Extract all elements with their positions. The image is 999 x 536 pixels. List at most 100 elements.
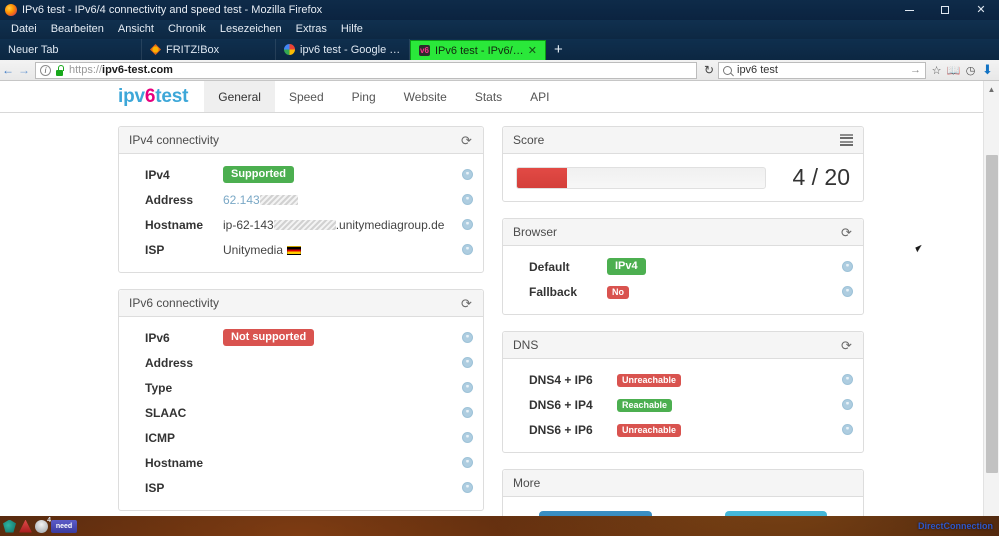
- url-scheme: https://: [69, 64, 103, 76]
- info-icon[interactable]: [462, 482, 473, 493]
- refresh-icon[interactable]: ⟳: [460, 297, 473, 310]
- nav-tab-stats[interactable]: Stats: [461, 81, 516, 112]
- tab-close-icon[interactable]: ✕: [524, 44, 537, 57]
- row-label: Address: [145, 192, 194, 207]
- reload-button[interactable]: ↻: [700, 63, 718, 77]
- info-icon[interactable]: [842, 374, 853, 385]
- refresh-icon[interactable]: ⟳: [840, 339, 853, 352]
- row-value: Reachable: [617, 397, 842, 412]
- row-label: Hostname: [145, 455, 204, 470]
- info-icon[interactable]: [842, 261, 853, 272]
- nav-tab-api[interactable]: API: [516, 81, 563, 112]
- library-icon[interactable]: 📖: [946, 62, 961, 79]
- forward-button[interactable]: →: [16, 63, 32, 77]
- refresh-icon[interactable]: ⟳: [840, 226, 853, 239]
- url-bar[interactable]: i https:// ipv6-test.com: [35, 61, 697, 79]
- connection-status-text: DirectConnection: [917, 521, 993, 531]
- tab-label: IPv6 test - IPv6/4 connectivi...: [435, 44, 524, 57]
- row-label: SLAAC: [145, 405, 187, 420]
- panel-header: Browser ⟳: [503, 219, 863, 246]
- info-icon[interactable]: [842, 286, 853, 297]
- info-icon[interactable]: [842, 424, 853, 435]
- history-icon[interactable]: ◷: [963, 62, 978, 79]
- tray-badge: 4: [47, 516, 51, 524]
- refresh-icon[interactable]: ⟳: [460, 134, 473, 147]
- bookmark-star-icon[interactable]: ☆: [929, 62, 944, 79]
- info-icon[interactable]: [462, 194, 473, 205]
- tray-icon-1[interactable]: [3, 519, 16, 533]
- tab-google-suche[interactable]: ipv6 test - Google Suche: [276, 39, 410, 60]
- back-button[interactable]: ←: [0, 63, 16, 77]
- panel-body: Default IPv4 Fallback No: [503, 246, 863, 314]
- score-progress-bar: [516, 166, 766, 189]
- menu-datei[interactable]: Datei: [4, 20, 44, 39]
- redacted-region: [273, 219, 336, 230]
- info-icon[interactable]: [462, 169, 473, 180]
- menu-hilfe[interactable]: Hilfe: [334, 20, 370, 39]
- firefox-logo-icon: [5, 4, 17, 16]
- table-row: Address: [119, 350, 483, 375]
- page-scrollbar[interactable]: ▲: [983, 81, 999, 516]
- system-taskbar: 2 4 need DirectConnection: [0, 516, 999, 536]
- info-icon[interactable]: [462, 219, 473, 230]
- panel-title: IPv4 connectivity: [129, 133, 220, 147]
- scroll-up-arrow-icon[interactable]: ▲: [984, 81, 999, 97]
- info-icon[interactable]: [462, 244, 473, 255]
- search-input-value[interactable]: ipv6 test: [737, 64, 778, 76]
- scrollbar-thumb[interactable]: [986, 155, 998, 473]
- score-value: 4 / 20: [792, 164, 850, 190]
- nav-tab-website[interactable]: Website: [390, 81, 461, 112]
- tab-neuer-tab[interactable]: Neuer Tab: [0, 39, 142, 60]
- nav-tab-general[interactable]: General: [204, 81, 275, 112]
- maximize-button[interactable]: [927, 0, 963, 20]
- nav-tab-ping[interactable]: Ping: [338, 81, 390, 112]
- info-icon[interactable]: [462, 407, 473, 418]
- site-logo[interactable]: ipv 6 test: [118, 81, 188, 112]
- logo-part-6: 6: [144, 85, 156, 107]
- info-icon[interactable]: [462, 382, 473, 393]
- ipv6-connectivity-panel: IPv6 connectivity ⟳ IPv6 Not supported A…: [118, 289, 484, 511]
- info-icon[interactable]: [462, 357, 473, 368]
- menu-extras[interactable]: Extras: [289, 20, 334, 39]
- downloads-icon[interactable]: ⬇: [980, 62, 995, 79]
- toolbar-icon-group: ☆ 📖 ◷ ⬇: [929, 62, 999, 79]
- panel-title: Score: [513, 133, 545, 147]
- row-label: DNS6 + IP6: [529, 422, 593, 437]
- search-go-icon[interactable]: →: [910, 64, 921, 76]
- panel-title: DNS: [513, 338, 539, 352]
- minimize-button[interactable]: [891, 0, 927, 20]
- isp-name: Unitymedia: [223, 242, 284, 257]
- browser-panel: Browser ⟳ Default IPv4 Fallback No: [502, 218, 864, 315]
- menu-ansicht[interactable]: Ansicht: [111, 20, 161, 39]
- info-icon[interactable]: [842, 399, 853, 410]
- row-value: Unreachable: [617, 422, 842, 437]
- tray-icon-3[interactable]: 4: [35, 516, 51, 533]
- web-page-content: ipv 6 test General Speed Ping Website Sta…: [0, 81, 999, 516]
- panel-header: More: [503, 470, 863, 497]
- tab-fritzbox[interactable]: FRITZ!Box: [142, 39, 276, 60]
- search-bar[interactable]: ipv6 test →: [718, 61, 926, 79]
- info-icon[interactable]: [462, 457, 473, 468]
- panel-header: Score: [503, 127, 863, 154]
- close-button[interactable]: ✕: [963, 0, 999, 20]
- site-identity-icon[interactable]: i: [40, 64, 51, 76]
- list-icon[interactable]: [840, 133, 853, 147]
- status-badge: No: [607, 286, 629, 299]
- tray-icon-2[interactable]: 2: [19, 519, 32, 533]
- need-icon[interactable]: need: [51, 519, 77, 533]
- table-row: Fallback No: [503, 279, 863, 304]
- left-column: IPv4 connectivity ⟳ IPv4 Supported Addre…: [118, 126, 484, 516]
- panel-header: DNS ⟳: [503, 332, 863, 359]
- menu-lesezeichen[interactable]: Lesezeichen: [213, 20, 289, 39]
- tab-ipv6-test-active[interactable]: v6 IPv6 test - IPv6/4 connectivi... ✕: [410, 40, 546, 60]
- row-label: ICMP: [145, 430, 175, 445]
- nav-tab-speed[interactable]: Speed: [275, 81, 338, 112]
- info-icon[interactable]: [462, 332, 473, 343]
- row-value: No: [607, 284, 842, 299]
- dns-panel: DNS ⟳ DNS4 + IP6 Unreachable DNS6 + IP4 …: [502, 331, 864, 453]
- menu-bearbeiten[interactable]: Bearbeiten: [44, 20, 111, 39]
- menu-chronik[interactable]: Chronik: [161, 20, 213, 39]
- row-value: Unitymedia: [223, 243, 462, 257]
- new-tab-button[interactable]: +: [546, 40, 571, 60]
- info-icon[interactable]: [462, 432, 473, 443]
